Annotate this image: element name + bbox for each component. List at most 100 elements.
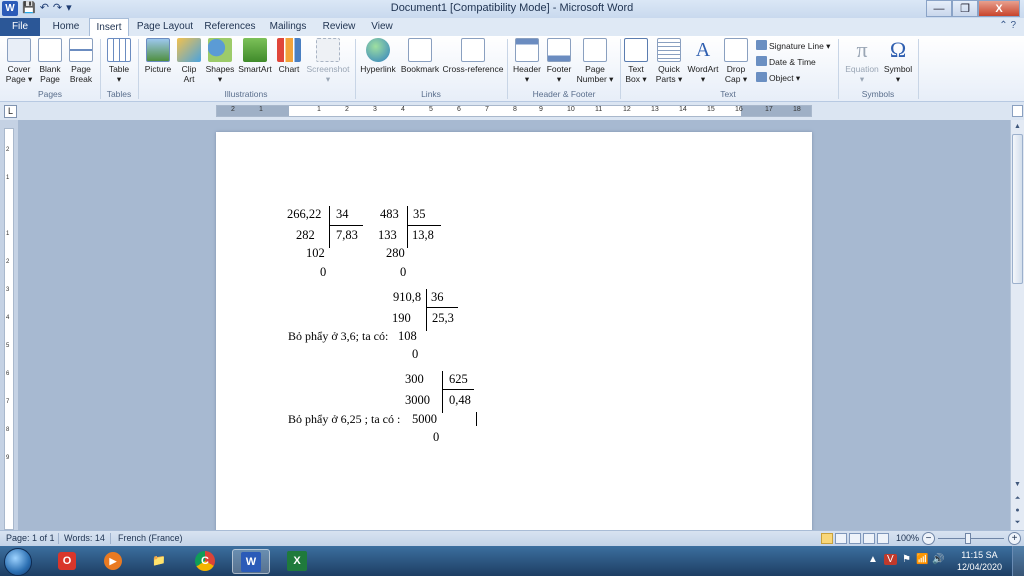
page-count[interactable]: Page: 1 of 1 <box>6 533 55 543</box>
blank-page-icon <box>38 38 62 62</box>
taskbar-opera-icon[interactable]: O <box>48 549 86 574</box>
shapes-button[interactable]: Shapes ▾ <box>204 38 236 84</box>
ruler-margin-right <box>741 106 811 116</box>
close-button[interactable]: X <box>978 0 1020 17</box>
taskbar-excel-icon[interactable]: X <box>278 549 316 574</box>
horizontal-ruler[interactable]: 2 1 1 2 3 4 5 6 7 8 9 10 11 12 13 14 15 … <box>216 105 812 117</box>
outline-view-button[interactable] <box>863 533 875 544</box>
cover-page-button[interactable]: Cover Page ▾ <box>4 38 34 84</box>
next-page-icon[interactable]: ⏷ <box>1011 516 1024 529</box>
chart-button[interactable]: Chart <box>275 38 303 74</box>
maximize-button[interactable]: ❐ <box>952 0 978 17</box>
document-canvas: 266,22 34 282 7,83 102 0 483 35 133 13,8… <box>18 120 1010 542</box>
div1-step1: 282 <box>296 228 315 242</box>
network-icon[interactable]: 📶 <box>916 554 928 565</box>
ribbon-tabs: File Home Insert Page Layout References … <box>0 18 1024 37</box>
cross-reference-button[interactable]: Cross-reference <box>442 38 504 74</box>
smartart-button[interactable]: SmartArt <box>237 38 273 74</box>
scroll-up-icon[interactable]: ▲ <box>1011 120 1024 133</box>
clip-art-button[interactable]: Clip Art <box>176 38 202 84</box>
volume-icon[interactable]: 🔊 <box>932 554 944 565</box>
web-layout-view-button[interactable] <box>849 533 861 544</box>
action-center-icon[interactable]: ⚑ <box>902 554 911 565</box>
tab-selector-button[interactable]: L <box>4 105 17 118</box>
picture-button[interactable]: Picture <box>142 38 174 74</box>
group-separator <box>838 39 839 99</box>
div4-remainder: 0 <box>433 430 440 444</box>
tab-view[interactable]: View <box>364 18 400 36</box>
smartart-icon <box>243 38 267 62</box>
taskbar-explorer-icon[interactable]: 📁 <box>140 549 178 574</box>
tab-references[interactable]: References <box>202 18 258 36</box>
vertical-ruler[interactable]: 2 1 1 2 3 4 5 6 7 8 9 <box>4 128 14 530</box>
tab-insert[interactable]: Insert <box>89 18 129 37</box>
taskbar-chrome-icon[interactable]: C <box>186 549 224 574</box>
antivirus-icon[interactable]: V <box>884 554 897 565</box>
div3-quotient: 25,3 <box>432 311 454 325</box>
div2-horizontal-bar <box>407 225 441 226</box>
group-separator <box>100 39 101 99</box>
ruler-number: 5 <box>429 106 433 113</box>
quick-parts-icon <box>657 38 681 62</box>
tab-file[interactable]: File <box>0 18 40 36</box>
screenshot-button[interactable]: Screenshot ▾ <box>305 38 351 84</box>
group-label-header-footer: Header & Footer <box>532 89 596 99</box>
ruler-number: 13 <box>651 106 659 113</box>
tab-mailings[interactable]: Mailings <box>263 18 313 36</box>
vertical-scrollbar[interactable]: ▲ ▼ ⏶ ● ⏷ <box>1010 120 1024 530</box>
div4-dividend: 300 <box>405 372 424 386</box>
status-separator <box>58 533 59 544</box>
full-screen-reading-view-button[interactable] <box>835 533 847 544</box>
object-button[interactable]: Object ▾ <box>756 71 800 85</box>
start-button[interactable] <box>4 548 32 576</box>
show-desktop-button[interactable] <box>1012 546 1024 576</box>
zoom-slider-knob[interactable] <box>965 533 971 544</box>
ruler-number: 4 <box>6 315 10 321</box>
blank-page-button[interactable]: Blank Page <box>36 38 64 84</box>
signature-line-button[interactable]: Signature Line ▾ <box>756 39 830 53</box>
div2-remainder: 0 <box>400 265 407 279</box>
footer-button[interactable]: Footer ▾ <box>545 38 573 84</box>
wordart-button[interactable]: A WordArt ▾ <box>686 38 720 84</box>
table-button[interactable]: Table ▾ <box>104 38 134 84</box>
ruler-number: 2 <box>6 147 10 153</box>
equation-button[interactable]: π Equation ▾ <box>842 38 882 85</box>
zoom-out-button[interactable]: − <box>922 532 935 545</box>
print-layout-view-button[interactable] <box>821 533 833 544</box>
language[interactable]: French (France) <box>118 533 183 543</box>
zoom-in-button[interactable]: + <box>1008 532 1021 545</box>
page-number-button[interactable]: Page Number ▾ <box>575 38 615 84</box>
ruler-number: 7 <box>485 106 489 113</box>
minimize-button[interactable]: — <box>926 0 952 17</box>
help-icon[interactable]: ⌃ ? <box>999 20 1016 31</box>
tab-page-layout[interactable]: Page Layout <box>134 18 196 36</box>
word-count[interactable]: Words: 14 <box>64 533 105 543</box>
tab-review[interactable]: Review <box>318 18 360 36</box>
hyperlink-button[interactable]: Hyperlink <box>358 38 398 74</box>
text-box-button[interactable]: Text Box ▾ <box>622 38 650 84</box>
drop-cap-button[interactable]: Drop Cap ▾ <box>722 38 750 84</box>
header-button[interactable]: Header ▾ <box>511 38 543 84</box>
taskbar-word-icon[interactable]: W <box>232 549 270 574</box>
taskbar-media-player-icon[interactable]: ▶ <box>94 549 132 574</box>
page-break-button[interactable]: Page Break <box>66 38 96 84</box>
ruler-number: 3 <box>373 106 377 113</box>
document-page[interactable]: 266,22 34 282 7,83 102 0 483 35 133 13,8… <box>216 132 812 542</box>
bookmark-button[interactable]: Bookmark <box>400 38 440 74</box>
scroll-down-icon[interactable]: ▼ <box>1011 478 1024 491</box>
footer-icon <box>547 38 571 62</box>
show-hidden-icons-icon[interactable]: ▲ <box>868 554 878 565</box>
date-time-button[interactable]: Date & Time <box>756 55 816 69</box>
clock[interactable]: 11:15 SA 12/04/2020 <box>957 549 1002 573</box>
zoom-level[interactable]: 100% <box>896 533 919 543</box>
zoom-slider-track[interactable] <box>938 538 1004 539</box>
title-bar: W 💾 ↶ ↷ ▾ Document1 [Compatibility Mode]… <box>0 0 1024 18</box>
scrollbar-thumb[interactable] <box>1012 134 1023 284</box>
draft-view-button[interactable] <box>877 533 889 544</box>
tab-home[interactable]: Home <box>46 18 86 36</box>
symbol-button[interactable]: Ω Symbol ▾ <box>882 38 914 85</box>
ruler-number: 7 <box>6 399 10 405</box>
view-ruler-button[interactable] <box>1012 105 1023 117</box>
shapes-icon <box>208 38 232 62</box>
quick-parts-button[interactable]: Quick Parts ▾ <box>652 38 686 84</box>
